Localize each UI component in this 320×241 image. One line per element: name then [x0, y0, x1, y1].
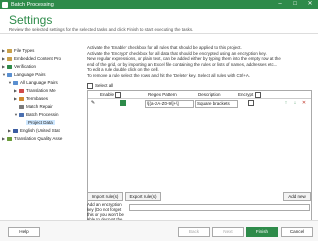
termbase-icon [19, 96, 24, 101]
repair-icon [19, 104, 24, 109]
tree-item-label: Termbases [26, 96, 49, 101]
column-enable[interactable]: Enable [100, 91, 123, 98]
tree-item-label: Translation Quality Asse [14, 136, 63, 141]
select-all-label: Select all [95, 83, 114, 89]
tree-item-label: File Types [14, 48, 35, 53]
import-rules-button[interactable]: Import rule(s) [87, 192, 123, 201]
instruction-line: To remove a rule select the rows and hit… [87, 72, 251, 78]
tree-item-termbases[interactable]: ▶ Termbases [14, 95, 48, 102]
delete-row-icon[interactable]: ✕ [301, 100, 307, 106]
tree-item-label: Translation Me [26, 88, 56, 93]
back-button[interactable]: Back [178, 227, 210, 237]
select-all-checkbox[interactable] [87, 83, 93, 89]
table-row[interactable]: ✎ \[(a-zA-Z0-9\]+\] Square brackets ↑ ↓ … [88, 99, 311, 108]
instruction-line: New regular expressions, or plain text, … [87, 56, 281, 61]
minimize-button[interactable]: – [273, 0, 287, 9]
instructions: Activate the 'Enable' checkbox for all r… [87, 45, 311, 78]
tree-item-label: Batch Processin [26, 112, 59, 117]
tree-item-batch-processing[interactable]: ▼ Batch Processin [14, 111, 59, 118]
maximize-button[interactable]: □ [288, 0, 302, 9]
column-description[interactable]: Description [198, 91, 221, 98]
quality-icon [7, 136, 12, 141]
page-subtitle: Review the selected settings for the sel… [9, 27, 194, 32]
tree-item-label: English (United Stat [20, 128, 60, 133]
help-button[interactable]: Help [8, 227, 40, 237]
page-title: Settings [9, 13, 53, 27]
encrypt-all-checkbox[interactable] [254, 91, 261, 98]
row-edit-icon: ✎ [90, 99, 96, 106]
tree-item-translation-memory[interactable]: ▶ Translation Me [14, 87, 56, 94]
tree-item-all-language-pairs[interactable]: ▼ All Language Pairs [8, 79, 58, 86]
tree-item-label: Language Pairs [14, 72, 46, 77]
export-rules-button[interactable]: Export rule(s) [125, 192, 161, 201]
tree-item-english-us[interactable]: ▶ English (United Stat [8, 127, 60, 134]
tm-icon [19, 88, 24, 93]
tree-item-embedded-content[interactable]: ▶ Embedded Content Pro [2, 55, 61, 62]
column-enable-label: Enable [100, 92, 115, 97]
header: Settings Review the selected settings fo… [0, 9, 318, 33]
folder-icon [7, 48, 12, 53]
tree-item-match-repair[interactable]: Match Repair [14, 103, 53, 110]
folder-icon [7, 56, 12, 61]
tree-item-label: Embedded Content Pro [14, 56, 62, 61]
title-bar: Batch Processing – □ ✕ [0, 0, 318, 9]
grid-toolbar: Import rule(s) Export rule(s) Add new [87, 192, 311, 201]
tree-item-label: Verification [14, 64, 37, 69]
check-icon [7, 64, 12, 69]
settings-panel: Activate the 'Enable' checkbox for all r… [84, 35, 316, 227]
tree-item-translation-quality[interactable]: ▶ Translation Quality Asse [2, 135, 62, 142]
next-button[interactable]: Next [212, 227, 244, 237]
app-icon [2, 1, 8, 8]
select-all[interactable]: Select all [87, 83, 113, 89]
window-title: Batch Processing [11, 1, 54, 8]
tree-item-file-types[interactable]: ▶ File Types [2, 47, 34, 54]
description-cell[interactable]: Square brackets [195, 99, 238, 108]
column-encrypt-label: Encrypt [238, 92, 254, 97]
tree-item-project-data[interactable]: Project Data [26, 119, 55, 126]
tree-item-label: Project Data [26, 120, 55, 125]
tree-item-label: Match Repair [26, 104, 53, 109]
footer: Help Back Next Finish Cancel [0, 220, 318, 241]
tree-item-language-pairs[interactable]: ▼ Language Pairs [2, 71, 46, 78]
add-new-button[interactable]: Add new [283, 192, 311, 201]
batch-icon [19, 112, 24, 117]
finish-button[interactable]: Finish [246, 227, 278, 237]
tree-item-verification[interactable]: ▶ Verification [2, 63, 36, 70]
column-encrypt[interactable]: Encrypt [238, 91, 263, 98]
encryption-key-input[interactable] [129, 204, 310, 211]
flag-icon [13, 128, 18, 133]
enable-all-checkbox[interactable] [115, 91, 122, 98]
regex-cell[interactable]: \[(a-zA-Z0-9\]+\] [145, 99, 194, 108]
column-regex[interactable]: Regex Pattern [148, 91, 177, 98]
header-separator [0, 33, 318, 34]
move-up-icon[interactable]: ↑ [283, 100, 289, 106]
enable-checkbox[interactable] [120, 100, 126, 106]
tree-item-label: All Language Pairs [20, 80, 58, 85]
settings-tree: ▶ File Types ▶ Embedded Content Pro ▶ Verif… [0, 35, 82, 220]
encrypt-checkbox[interactable] [248, 100, 254, 106]
move-down-icon[interactable]: ↓ [292, 100, 298, 106]
language-icon [7, 72, 12, 77]
language-icon [13, 80, 18, 85]
cancel-button[interactable]: Cancel [281, 227, 313, 237]
close-button[interactable]: ✕ [303, 0, 317, 9]
